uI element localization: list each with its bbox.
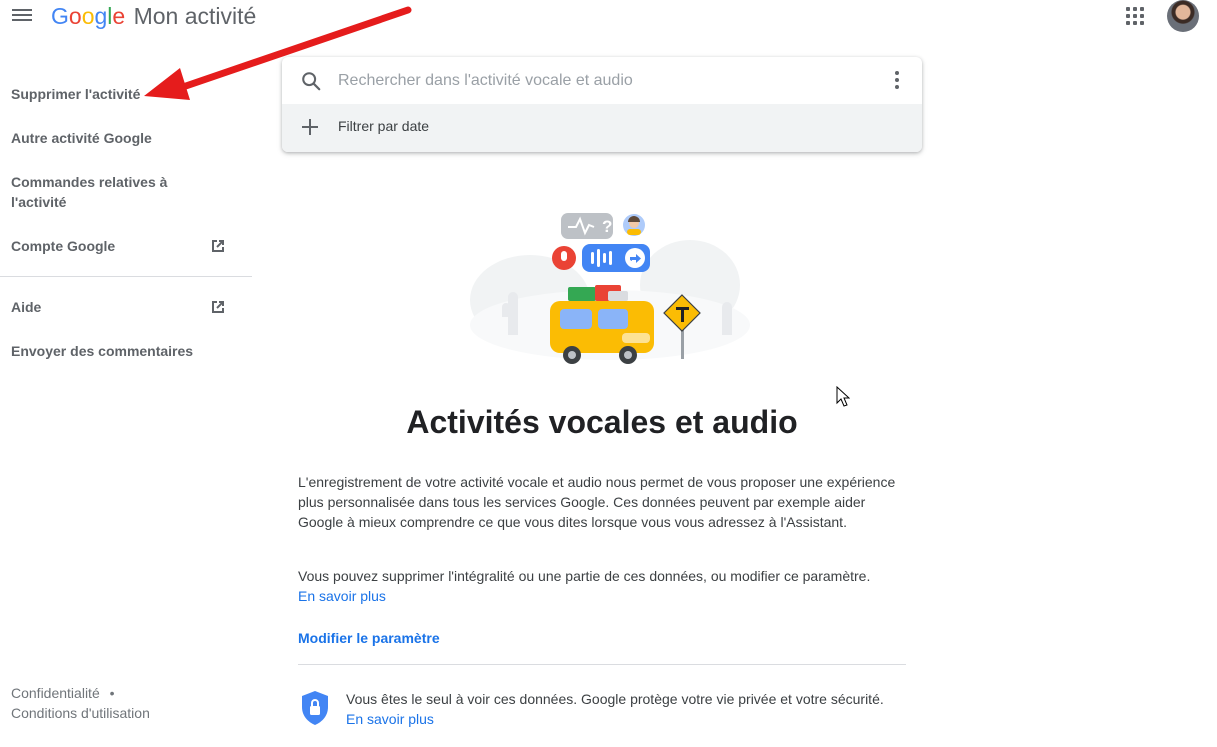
svg-text:?: ? [602,217,612,236]
footer-separator: • [109,685,115,701]
apps-grid-icon[interactable] [1126,7,1144,25]
delete-info-text: Vous pouvez supprimer l'intégralité ou u… [298,568,871,584]
sidebar-item-help[interactable]: Aide [11,297,41,317]
search-row [282,57,922,104]
mouse-cursor-icon [836,386,850,407]
open-in-new-icon[interactable] [210,238,226,254]
shield-lock-icon [302,691,328,725]
logo-letter-g2: g [94,3,108,29]
privacy-notice: Vous êtes le seul à voir ces données. Go… [346,689,916,729]
description-text: L'enregistrement de votre activité vocal… [298,474,896,530]
sidebar-item-send-feedback[interactable]: Envoyer des commentaires [11,341,193,361]
plus-icon [302,119,318,135]
sidebar-divider [0,276,252,277]
logo-letter-o1: o [68,3,82,29]
privacy-link[interactable]: Confidentialité [11,685,100,701]
logo-letter-e: e [112,3,126,29]
privacy-text: Vous êtes le seul à voir ces données. Go… [346,691,884,707]
avatar[interactable] [1167,0,1199,32]
learn-more-link[interactable]: En savoir plus [298,588,386,604]
logo-letter-o2: o [81,3,95,29]
voice-activity-illustration: ? [470,213,750,364]
page-title: Activités vocales et audio [406,404,798,440]
filter-label: Filtrer par date [338,118,430,134]
sidebar-item-activity-controls[interactable]: Commandes relatives à l'activité [11,172,181,212]
filter-by-date-button[interactable]: Filtrer par date [282,104,922,152]
sidebar-item-google-account[interactable]: Compte Google [11,236,115,256]
delete-info: Vous pouvez supprimer l'intégralité ou u… [298,566,908,606]
sidebar-item-delete-activity[interactable]: Supprimer l'activité [11,84,140,104]
modify-setting-button[interactable]: Modifier le paramètre [298,628,440,648]
logo-letter-g: G [51,3,69,29]
app-logo[interactable]: Google Mon activité [51,1,256,31]
privacy-learn-more-link[interactable]: En savoir plus [346,711,434,727]
search-input[interactable] [338,68,858,94]
hamburger-menu-icon[interactable] [12,6,34,26]
product-name: Mon activité [133,3,257,29]
top-bar: Google Mon activité [0,0,1217,36]
sidebar-item-other-activity[interactable]: Autre activité Google [11,128,152,148]
content-divider [298,664,906,665]
sidebar-footer: Confidentialité • Conditions d'utilisati… [11,683,150,723]
more-options-icon[interactable] [894,71,900,91]
search-icon[interactable] [300,70,322,92]
open-in-new-icon[interactable] [210,299,226,315]
search-card: Filtrer par date [282,57,922,152]
terms-link[interactable]: Conditions d'utilisation [11,705,150,721]
